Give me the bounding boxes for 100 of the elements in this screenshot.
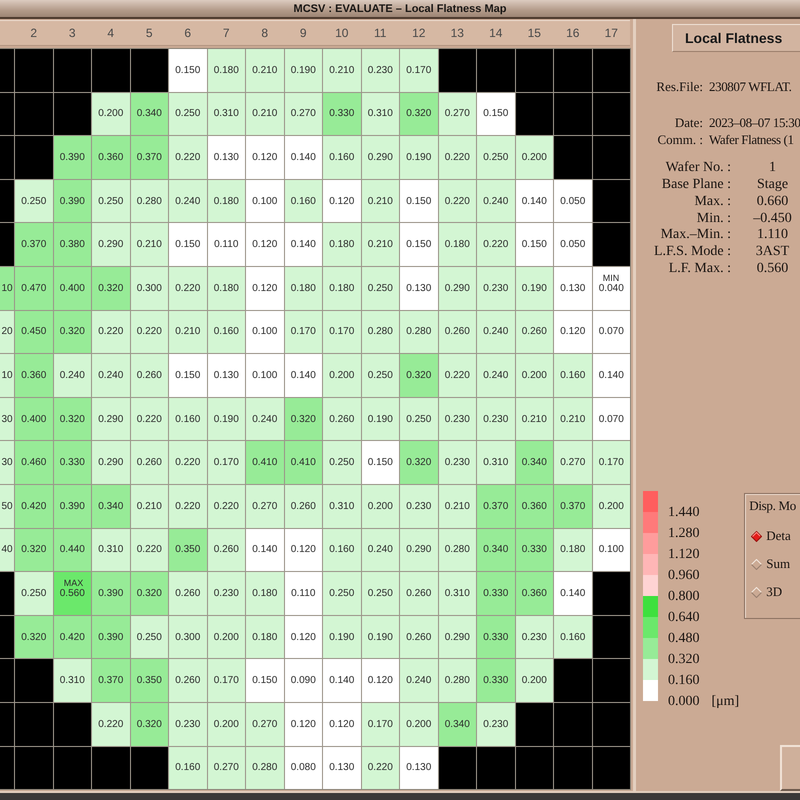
map-cell: 0.250: [15, 180, 52, 222]
radio-option[interactable]: 3D: [749, 578, 800, 606]
window-title: MCSV : EVALUATE – Local Flatness Map: [294, 2, 506, 14]
map-cell: 0.170: [208, 441, 245, 484]
field-label: Max. :: [693, 194, 731, 210]
cell-tag: MAX: [60, 578, 84, 588]
map-cell: 0.210: [554, 398, 592, 440]
map-cell: 0.360: [516, 484, 553, 528]
map-cell: 0.120: [323, 702, 360, 746]
map-cell: 0.250: [169, 92, 206, 136]
masked-cell: [92, 49, 130, 92]
map-cell: 0.220: [169, 441, 206, 484]
field-label: Min. :: [696, 210, 731, 227]
map-cell: 0.200: [208, 702, 245, 746]
map-cell: 0.200: [516, 659, 553, 702]
map-cell: 0.160: [554, 354, 592, 397]
map-cell: 0.300: [169, 616, 206, 658]
map-cell: 0.100: [246, 180, 284, 222]
map-cell: 0.370: [554, 484, 592, 528]
scale-label: 0.160: [668, 672, 700, 689]
map-cell: 30: [0, 441, 14, 484]
field-value: Stage: [756, 177, 790, 194]
map-cell: 50: [0, 484, 14, 528]
map-cell: 0.250: [362, 572, 399, 615]
map-cell: 0.210: [246, 92, 284, 136]
map-cell: 0.160: [284, 180, 322, 222]
map-cell: 0.260: [130, 441, 168, 484]
column-header: 10: [334, 25, 350, 42]
masked-cell: [554, 136, 592, 179]
field-label: L.F. Max. :: [668, 260, 731, 277]
masked-cell: [554, 702, 592, 746]
map-cell: 0.170: [592, 441, 630, 484]
masked-cell: [0, 49, 14, 92]
map-cell: 0.400: [54, 266, 91, 310]
map-cell: 0.150: [169, 354, 206, 397]
map-cell: 0.150: [169, 49, 206, 92]
map-cell: 0.190: [208, 398, 245, 440]
masked-cell: [592, 180, 630, 222]
map-cell: 0.360: [92, 136, 130, 179]
map-cell: 0.460: [15, 441, 52, 484]
push-button[interactable]: [780, 745, 800, 791]
map-cell: 0.320: [400, 354, 438, 397]
map-cell: 0.170: [362, 702, 399, 746]
map-cell: 0.150: [477, 92, 514, 136]
map-cell: 0.200: [592, 484, 630, 528]
map-cell: 0.170: [323, 310, 360, 354]
masked-cell: [592, 659, 630, 702]
map-cell: 0.260: [323, 398, 360, 440]
masked-cell: [0, 92, 14, 136]
map-cell: 0.050: [554, 223, 592, 266]
map-cell: 0.320: [92, 266, 130, 310]
map-cell: 0.190: [323, 616, 360, 658]
map-cell: 0.210: [438, 484, 476, 528]
map-cell: 0.270: [246, 702, 284, 746]
map-cell: 0.330: [477, 616, 514, 658]
map-cell: 0.270: [438, 92, 476, 136]
map-cell: 0.330: [323, 92, 360, 136]
radio-option[interactable]: Sum: [749, 550, 800, 578]
map-cell: 0.200: [400, 702, 438, 746]
radio-option[interactable]: Deta: [749, 522, 800, 550]
map-cell: 0.370: [130, 136, 168, 179]
cell-value: 0.560: [60, 588, 85, 599]
map-cell: 0.200: [92, 92, 130, 136]
map-cell: 0.280: [400, 310, 438, 354]
map-cell: 0.230: [169, 702, 206, 746]
map-cell: 0.320: [15, 528, 52, 572]
scale-label: 1.440: [668, 504, 700, 521]
map-cell: 0.200: [323, 354, 360, 397]
map-cell: 0.250: [15, 572, 52, 615]
map-cell: 0.280: [130, 180, 168, 222]
map-cell: 0.410: [284, 441, 322, 484]
map-cell: 0.260: [208, 528, 245, 572]
map-cell: 0.160: [208, 310, 245, 354]
map-cell: 0.110: [208, 223, 245, 266]
map-cell: 0.100: [592, 528, 630, 572]
masked-cell: [592, 746, 630, 790]
map-cell: 0.320: [284, 398, 322, 440]
map-cell: 0.310: [438, 572, 476, 615]
masked-cell: [54, 746, 91, 790]
map-cell: 0.130: [554, 266, 592, 310]
map-cell: 0.310: [92, 528, 130, 572]
map-cell: 0.140: [284, 136, 322, 179]
map-cell: 0.310: [54, 659, 91, 702]
map-cell: 0.250: [323, 572, 360, 615]
map-cell: 0.230: [208, 572, 245, 615]
map-cell: 0.280: [246, 746, 284, 790]
map-cell: 0.190: [284, 49, 322, 92]
map-cell: 0.180: [208, 266, 245, 310]
map-cell: 0.150: [246, 659, 284, 702]
masked-cell: [592, 49, 630, 92]
map-cell: 0.070: [592, 398, 630, 440]
map-cell: 0.260: [516, 310, 553, 354]
map-cell: 0.240: [246, 398, 284, 440]
map-cell: 0.370: [477, 484, 514, 528]
map-cell: 0.240: [92, 354, 130, 397]
map-cell: 0.380: [54, 223, 91, 266]
map-cell: 0.220: [169, 266, 206, 310]
field-label: Res.File:: [655, 78, 703, 94]
map-cell: 0.220: [92, 310, 130, 354]
map-cell: 0.200: [516, 354, 553, 397]
